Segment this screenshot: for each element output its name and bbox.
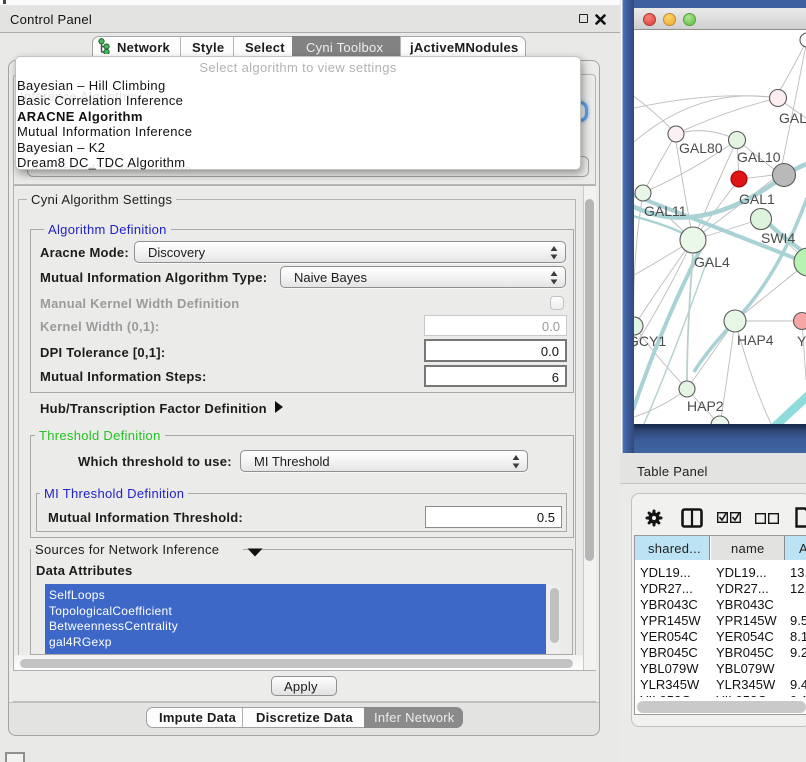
svg-text:GAL10: GAL10 — [737, 149, 781, 165]
svg-text:GAL1: GAL1 — [739, 191, 775, 207]
svg-text:GAL11: GAL11 — [644, 203, 687, 219]
svg-text:GCY1: GCY1 — [634, 333, 666, 349]
svg-text:Y: Y — [797, 333, 806, 349]
svg-text:GAL4: GAL4 — [694, 254, 730, 270]
svg-text:SWI4: SWI4 — [761, 230, 795, 246]
svg-text:HAP2: HAP2 — [687, 398, 724, 414]
svg-text:GAL80: GAL80 — [679, 140, 723, 156]
svg-text:HAP4: HAP4 — [737, 332, 774, 348]
svg-text:GAL2: GAL2 — [779, 110, 806, 126]
